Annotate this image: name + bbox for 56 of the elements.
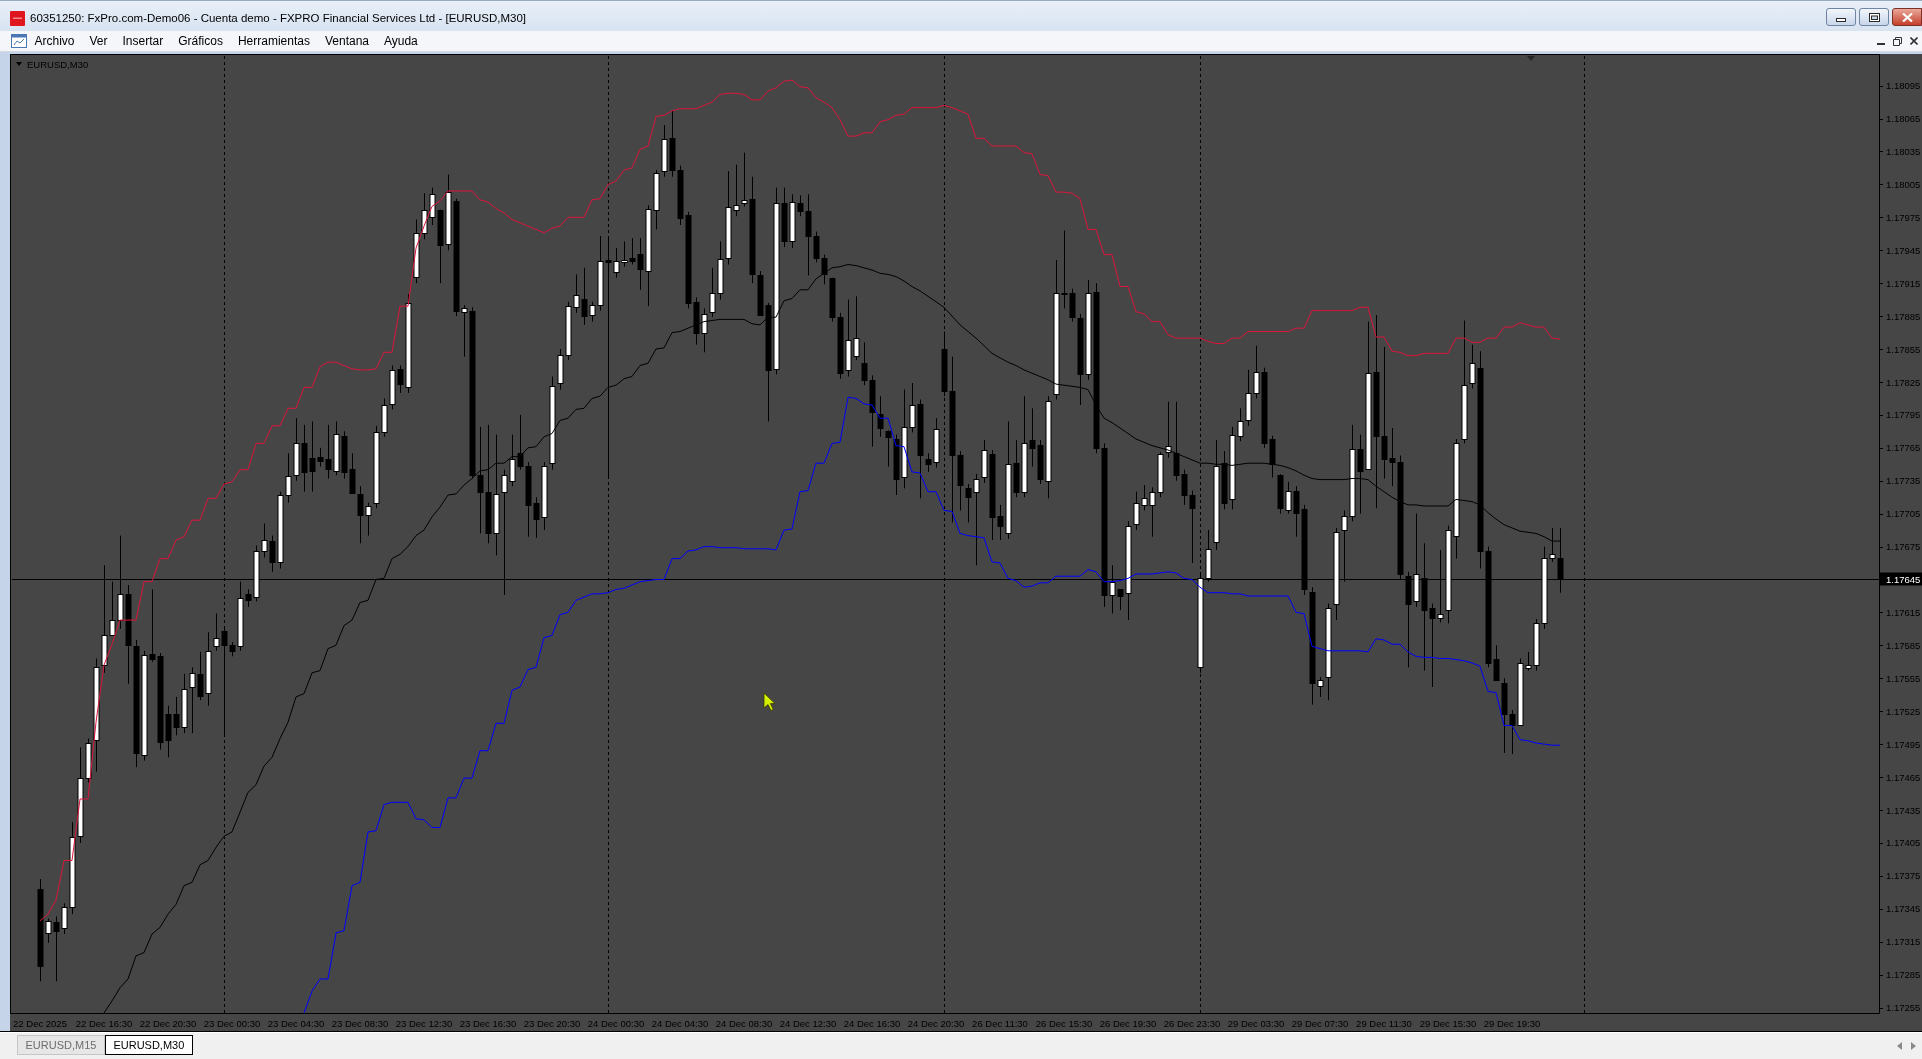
price-axis-label: 1.17525 xyxy=(1886,705,1921,717)
time-axis-label: 23 Dec 00:30 xyxy=(203,1017,261,1029)
price-axis-label: 1.17375 xyxy=(1886,870,1921,882)
price-axis-label: 1.17345 xyxy=(1886,903,1921,915)
time-axis-label: 24 Dec 08:30 xyxy=(715,1017,773,1029)
price-axis-label: 1.17885 xyxy=(1886,310,1921,322)
current-price-label: 1.17645 xyxy=(1880,572,1922,586)
price-axis-label: 1.17915 xyxy=(1886,277,1921,289)
price-axis-label: 1.17405 xyxy=(1886,837,1921,849)
time-axis-label: 24 Dec 20:30 xyxy=(907,1017,965,1029)
time-axis-label: 26 Dec 15:30 xyxy=(1035,1017,1093,1029)
time-axis-label: 22 Dec 2025 xyxy=(13,1017,67,1029)
time-axis-label: 22 Dec 20:30 xyxy=(139,1017,197,1029)
time-axis-label: 29 Dec 11:30 xyxy=(1356,1017,1412,1029)
time-axis-label: 26 Dec 23:30 xyxy=(1163,1017,1221,1029)
time-axis-label: 23 Dec 08:30 xyxy=(331,1017,389,1029)
price-axis-label: 1.17255 xyxy=(1886,1002,1921,1013)
time-axis-label: 22 Dec 16:30 xyxy=(75,1017,133,1029)
price-axis-label: 1.17795 xyxy=(1886,409,1921,421)
time-axis-label: 29 Dec 19:30 xyxy=(1483,1017,1541,1029)
time-axis-label: 24 Dec 04:30 xyxy=(651,1017,709,1029)
price-axis-label: 1.17615 xyxy=(1886,606,1921,618)
price-axis-label: 1.17465 xyxy=(1886,771,1921,783)
time-axis-label: 29 Dec 15:30 xyxy=(1419,1017,1477,1029)
time-axis-label: 23 Dec 12:30 xyxy=(395,1017,453,1029)
time-axis-label: 26 Dec 11:30 xyxy=(972,1017,1028,1029)
price-axis-label: 1.18005 xyxy=(1886,178,1921,190)
price-axis-label: 1.17735 xyxy=(1886,475,1921,487)
price-axis-label: 1.17855 xyxy=(1886,343,1921,355)
time-axis-label: 24 Dec 12:30 xyxy=(779,1017,837,1029)
price-axis-label: 1.17315 xyxy=(1886,936,1921,948)
price-axis-label: 1.17975 xyxy=(1886,211,1921,223)
window-title: 60351250: FxPro.com-Demo06 - Cuenta demo - FXPRO Financial Services Ltd - [EURUSD,M30] xyxy=(30,10,526,26)
price-axis-label: 1.17825 xyxy=(1886,376,1921,388)
price-axis-label: 1.17285 xyxy=(1886,969,1921,981)
time-axis-label: 24 Dec 00:30 xyxy=(587,1017,645,1029)
price-axis-label: 1.17675 xyxy=(1886,541,1921,553)
chart-symbol-label: EURUSD,M30 xyxy=(27,59,89,70)
price-axis-label: 1.17705 xyxy=(1886,508,1921,520)
time-axis-label: 24 Dec 16:30 xyxy=(843,1017,901,1029)
time-axis-label: 29 Dec 07:30 xyxy=(1291,1017,1349,1029)
price-axis-label: 1.17765 xyxy=(1886,442,1921,454)
price-axis-label: 1.17945 xyxy=(1886,244,1921,256)
time-axis-label: 29 Dec 03:30 xyxy=(1227,1017,1285,1029)
price-axis-label: 1.17585 xyxy=(1886,639,1921,651)
price-axis-label: 1.18095 xyxy=(1886,80,1921,92)
y-tick-label: 1.17645 xyxy=(1886,574,1921,585)
price-axis-label: 1.18035 xyxy=(1886,146,1921,157)
price-axis-label: 1.17435 xyxy=(1886,804,1921,816)
time-axis-label: 23 Dec 20:30 xyxy=(523,1017,581,1029)
price-axis-label: 1.17555 xyxy=(1886,672,1921,684)
time-axis-label: 23 Dec 16:30 xyxy=(459,1017,517,1029)
time-axis-label: 23 Dec 04:30 xyxy=(267,1017,325,1029)
price-axis-label: 1.17495 xyxy=(1886,738,1921,750)
price-axis-label: 1.18065 xyxy=(1886,113,1921,125)
time-axis-label: 26 Dec 19:30 xyxy=(1099,1017,1157,1029)
